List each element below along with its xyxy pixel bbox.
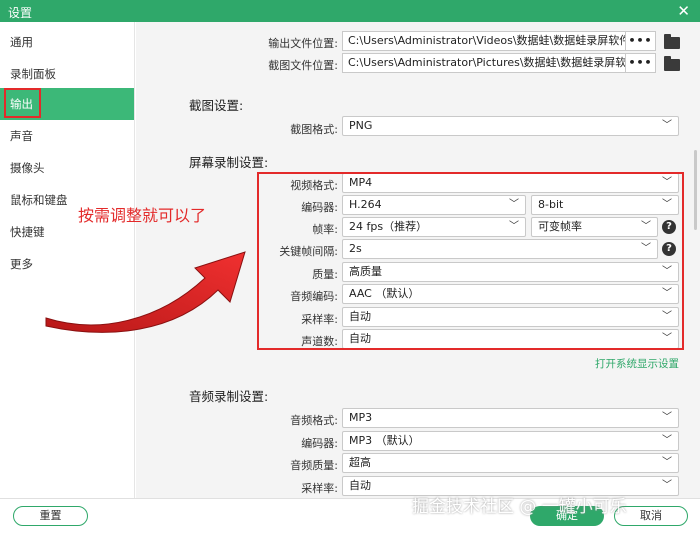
video-path-label: 输出文件位置:: [268, 37, 338, 50]
screenshot-section-title: 截图设置:: [189, 98, 244, 113]
audio-encoder-value: MP3 （默认）: [349, 434, 420, 447]
reset-button[interactable]: 重置: [13, 506, 88, 526]
audio-encoder-select[interactable]: MP3 （默认） ﹀: [342, 431, 679, 451]
sidebar-item-sound[interactable]: 声音: [0, 120, 134, 152]
folder-icon[interactable]: [664, 34, 680, 49]
audio-section-title: 音频录制设置:: [189, 389, 269, 404]
sidebar-item-camera[interactable]: 摄像头: [0, 152, 134, 184]
video-path-value: C:\Users\Administrator\Videos\数据蛙\数据蛙录屏软…: [348, 34, 631, 47]
close-icon[interactable]: ✕: [677, 1, 690, 21]
screen-section-title: 屏幕录制设置:: [189, 155, 269, 170]
chevron-down-icon: ﹀: [662, 120, 672, 131]
audio-quality-label: 音频质量:: [290, 459, 338, 472]
audio-sample-rate-value: 自动: [349, 479, 371, 492]
audio-sample-rate-label: 采样率:: [301, 482, 338, 495]
audio-quality-select[interactable]: 超高 ﹀: [342, 453, 679, 473]
sidebar-item-record-panel[interactable]: 录制面板: [0, 58, 134, 90]
display-settings-link[interactable]: 打开系统显示设置: [595, 356, 679, 371]
title-bar: 设置 ✕: [0, 0, 700, 22]
audio-format-select[interactable]: MP3 ﹀: [342, 408, 679, 428]
audio-encoder-label: 编码器:: [301, 437, 338, 450]
more-icon[interactable]: •••: [625, 54, 655, 72]
audio-format-label: 音频格式:: [290, 414, 338, 427]
highlight-box: [257, 172, 684, 350]
scrollbar[interactable]: [694, 150, 697, 230]
video-path-field[interactable]: C:\Users\Administrator\Videos\数据蛙\数据蛙录屏软…: [342, 31, 656, 51]
folder-icon[interactable]: [664, 56, 680, 71]
screenshot-format-value: PNG: [349, 119, 373, 132]
window-title: 设置: [8, 6, 33, 20]
audio-quality-value: 超高: [349, 456, 371, 469]
sidebar-item-general[interactable]: 通用: [0, 26, 134, 58]
screenshot-path-label: 截图文件位置:: [268, 59, 338, 72]
screenshot-path-value: C:\Users\Administrator\Pictures\数据蛙\数据蛙录…: [348, 56, 638, 69]
chevron-down-icon: ﹀: [662, 457, 672, 468]
audio-format-value: MP3: [349, 411, 373, 424]
red-arrow-icon: [45, 251, 246, 333]
active-item-highlight: [4, 88, 41, 118]
watermark: 掘金技术社区 @ 一罐小可乐: [412, 497, 627, 517]
screenshot-format-select[interactable]: PNG ﹀: [342, 116, 679, 136]
more-icon[interactable]: •••: [625, 32, 655, 50]
screenshot-format-label: 截图格式:: [290, 123, 338, 136]
chevron-down-icon: ﹀: [662, 412, 672, 423]
chevron-down-icon: ﹀: [662, 480, 672, 491]
screenshot-path-field[interactable]: C:\Users\Administrator\Pictures\数据蛙\数据蛙录…: [342, 53, 656, 73]
annotation-text: 按需调整就可以了: [78, 206, 207, 225]
chevron-down-icon: ﹀: [662, 435, 672, 446]
